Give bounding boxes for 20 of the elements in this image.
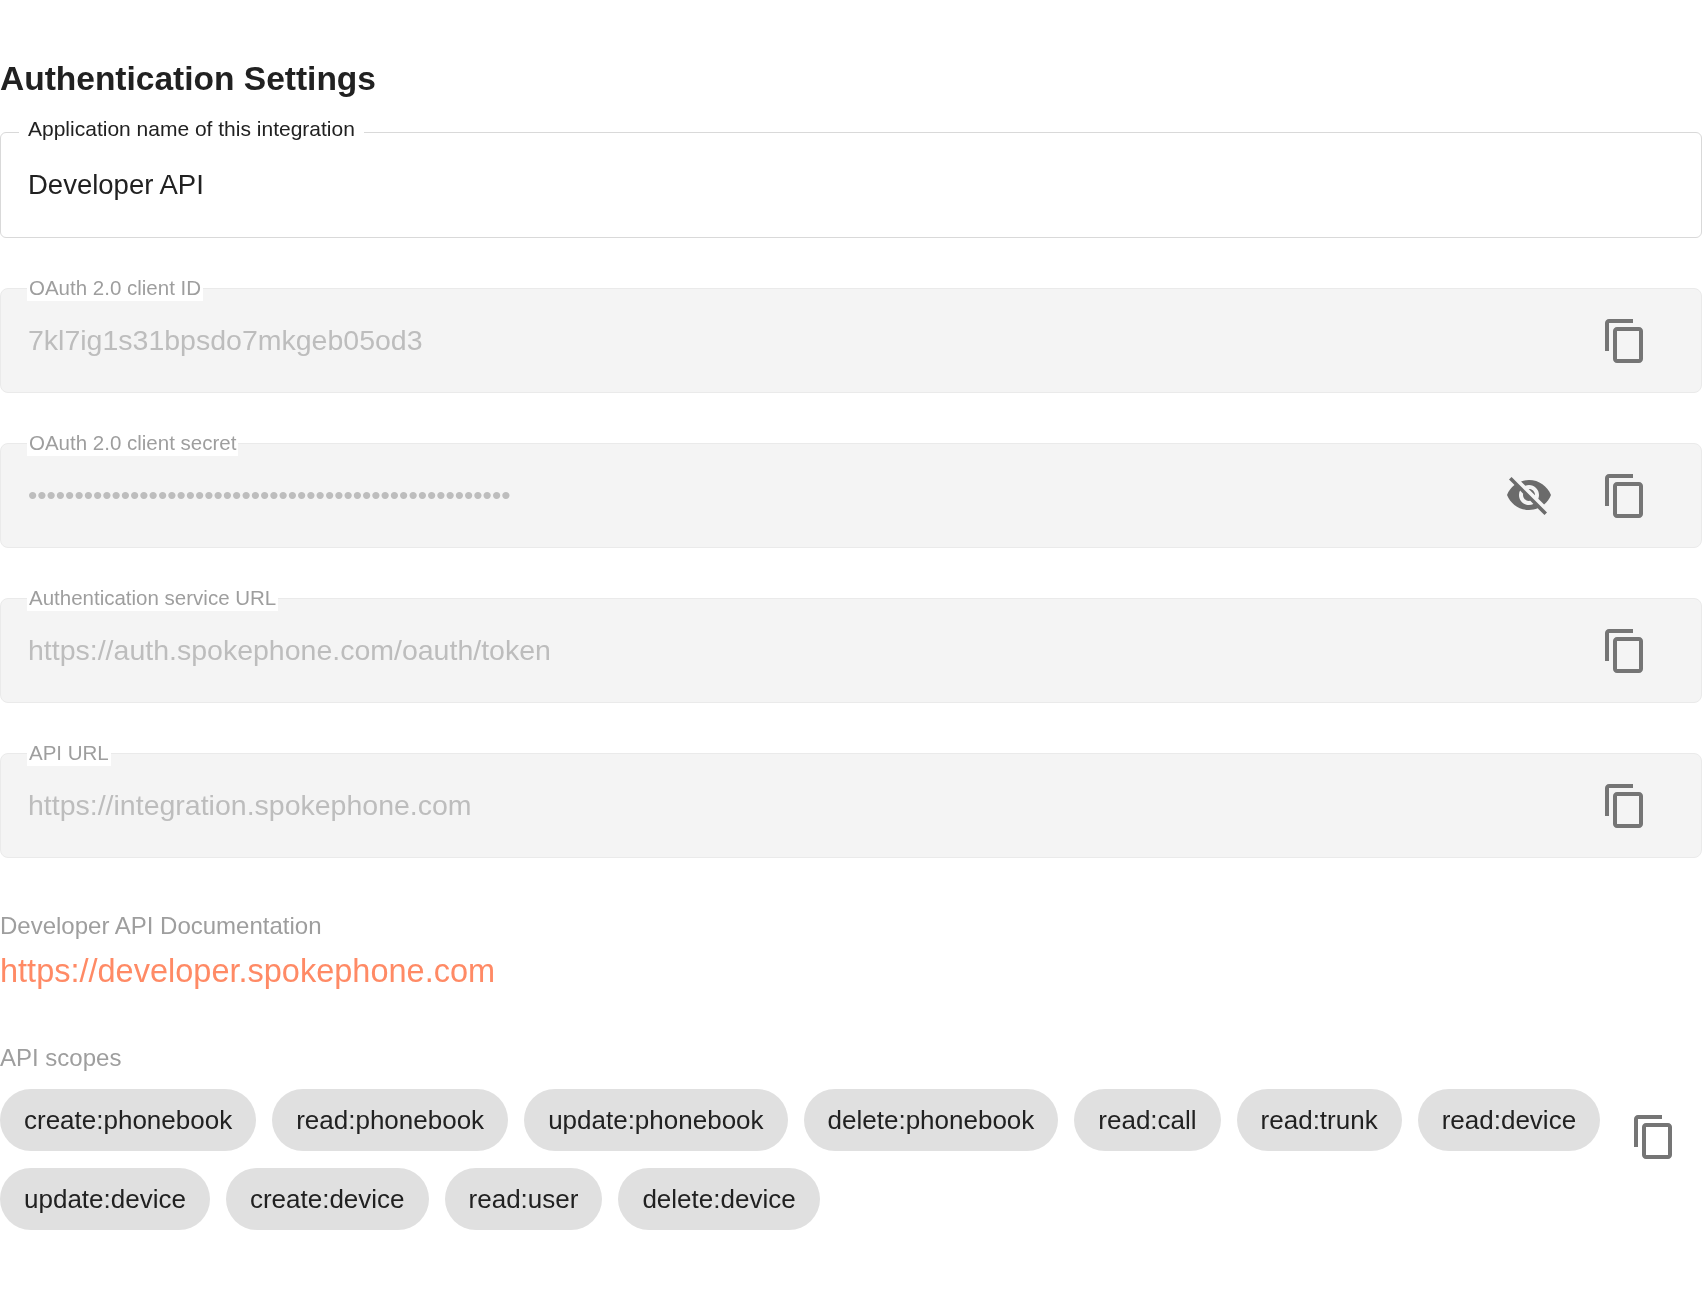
copy-button[interactable] xyxy=(1634,1115,1672,1159)
section-label: API scopes xyxy=(0,1043,122,1073)
copy-icon xyxy=(1605,628,1643,673)
scope-chip: update:phonebook xyxy=(524,1089,788,1151)
scope-chip: delete:phonebook xyxy=(803,1089,1059,1151)
scope-chip: read:trunk xyxy=(1236,1089,1402,1151)
section-label: Developer API Documentation xyxy=(0,911,322,941)
scope-chip: delete:device xyxy=(618,1168,820,1230)
scope-chip: update:device xyxy=(0,1168,210,1230)
scope-chip: read:phonebook xyxy=(272,1089,509,1151)
scope-chip: create:device xyxy=(225,1168,429,1230)
scope-chip: read:user xyxy=(444,1168,603,1230)
copy-icon xyxy=(1605,318,1643,363)
scope-chip: read:call xyxy=(1074,1089,1221,1151)
scope-chip: create:phonebook xyxy=(0,1089,257,1151)
scope-chip: read:device xyxy=(1417,1089,1601,1151)
copy-icon xyxy=(1634,1115,1672,1159)
page-title: Authentication Settings xyxy=(0,59,377,99)
copy-icon xyxy=(1605,783,1643,828)
copy-icon xyxy=(1605,473,1643,518)
